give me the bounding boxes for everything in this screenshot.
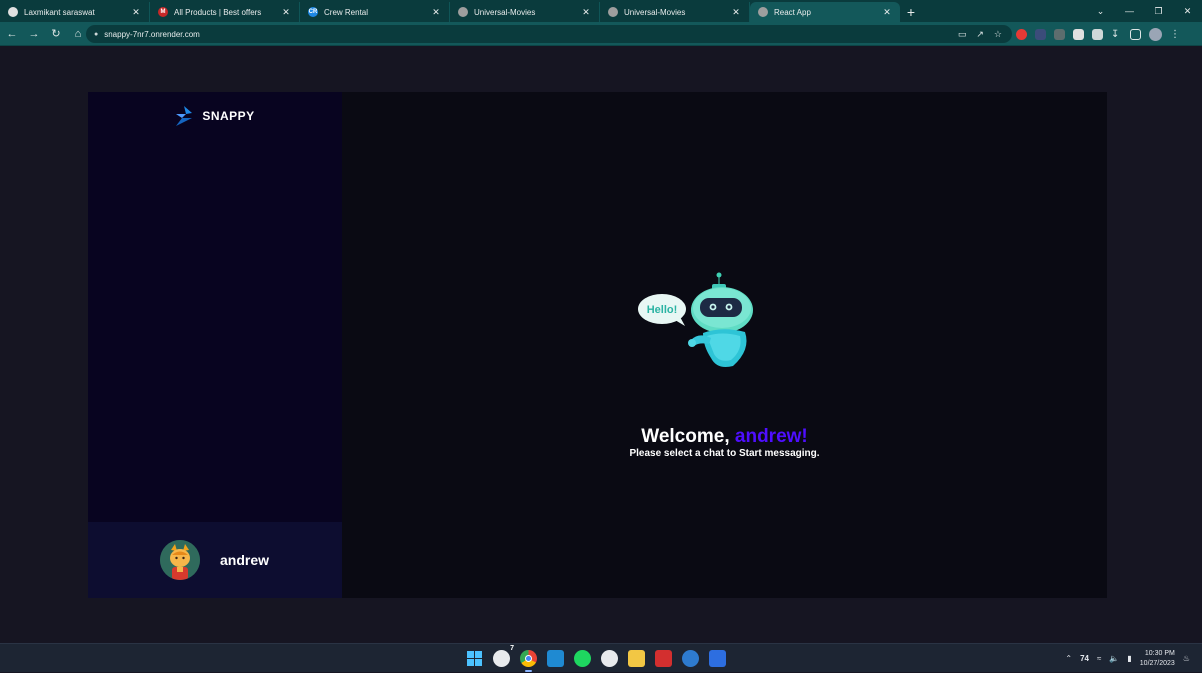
download-icon[interactable]: ↧ xyxy=(1111,29,1122,40)
reload-icon[interactable]: ↻ xyxy=(46,27,66,40)
tab-title: Universal-Movies xyxy=(624,7,686,17)
tab-favicon-icon xyxy=(608,7,618,17)
back-icon[interactable]: ← xyxy=(2,28,22,40)
tab-close-icon[interactable]: ✕ xyxy=(882,7,892,18)
globe-icon[interactable] xyxy=(682,650,699,667)
tray-chevron-icon[interactable]: ⌃ xyxy=(1065,654,1072,663)
page-viewport: SNAPPY andrew Hello! Welcome, andrew! Pl… xyxy=(0,47,1202,643)
tab-close-icon[interactable]: ✕ xyxy=(581,7,591,18)
tab-close-icon[interactable]: ✕ xyxy=(281,7,291,18)
user-avatar[interactable] xyxy=(160,540,200,580)
avatar-illustration-icon xyxy=(160,540,200,580)
vscode-icon[interactable] xyxy=(547,650,564,667)
current-user-panel: andrew xyxy=(88,522,342,598)
app-store-icon[interactable] xyxy=(601,650,618,667)
clock-time: 10:30 PM xyxy=(1144,649,1175,657)
bookmark-star-icon[interactable]: ☆ xyxy=(994,29,1002,40)
browser-toolbar: ← → ↻ ⌂ ● snappy-7nr7.onrender.com ▭ ↗ ☆… xyxy=(0,22,1202,46)
browser-tab[interactable]: Universal-Movies ✕ xyxy=(600,2,750,22)
clock[interactable]: 10:30 PM 10/27/2023 xyxy=(1140,649,1175,669)
tab-title: All Products | Best offers xyxy=(174,7,262,17)
minimize-button[interactable]: — xyxy=(1115,6,1144,16)
wifi-icon[interactable]: ≈ xyxy=(1097,654,1101,663)
tab-favicon-icon: CR xyxy=(308,7,318,17)
current-username: andrew xyxy=(220,552,270,568)
browser-tab[interactable]: M All Products | Best offers ✕ xyxy=(150,2,300,22)
tab-favicon-icon xyxy=(8,7,18,17)
extensions-area: ↧ ⋮ xyxy=(1016,26,1180,42)
acrobat-icon[interactable] xyxy=(655,650,672,667)
browser-tab[interactable]: React App ✕ xyxy=(750,2,900,22)
tab-favicon-icon xyxy=(758,7,768,17)
profile-avatar-icon[interactable] xyxy=(1149,27,1162,41)
address-bar[interactable]: ● snappy-7nr7.onrender.com ▭ ↗ ☆ xyxy=(86,25,1012,43)
home-icon[interactable]: ⌂ xyxy=(68,28,88,40)
forward-icon[interactable]: → xyxy=(24,28,44,40)
taskbar-apps: 7 xyxy=(466,645,726,672)
volume-muted-icon[interactable]: 🔈 xyxy=(1109,654,1119,663)
browser-tab[interactable]: CR Crew Rental ✕ xyxy=(300,2,450,22)
robot-mascot-icon: Hello! xyxy=(638,272,753,367)
welcome-heading: Welcome, andrew! xyxy=(342,426,1107,448)
whatsapp-icon[interactable]: 7 xyxy=(493,645,514,667)
new-tab-button[interactable]: + xyxy=(900,2,922,22)
clock-date: 10/27/2023 xyxy=(1139,659,1175,667)
browser-tab[interactable]: Laxmikant saraswat ✕ xyxy=(0,2,150,22)
window-controls: ⌄ — ❐ ✕ xyxy=(1086,0,1202,22)
battery-icon[interactable]: ▮ xyxy=(1127,654,1131,663)
tab-title: Universal-Movies xyxy=(474,7,536,17)
chat-app-container: SNAPPY andrew Hello! Welcome, andrew! Pl… xyxy=(88,92,1107,598)
tab-favicon-icon xyxy=(458,7,468,17)
hello-bubble-text: Hello! xyxy=(647,304,678,316)
extension-red-icon[interactable] xyxy=(1016,28,1027,40)
notification-bell-icon[interactable]: ♨ xyxy=(1183,654,1190,663)
tab-favicon-icon: M xyxy=(158,7,168,17)
extension-dropper-icon[interactable] xyxy=(1054,28,1065,40)
chrome-badge-count: 7 xyxy=(510,645,514,652)
tab-close-icon[interactable]: ✕ xyxy=(131,7,141,18)
tab-close-icon[interactable]: ✕ xyxy=(431,7,441,18)
browser-tab-strip: Laxmikant saraswat ✕ M All Products | Best … xyxy=(0,0,1202,22)
file-explorer-icon[interactable] xyxy=(628,650,645,667)
system-tray: ⌃ 74 ≈ 🔈 ▮ 10:30 PM 10/27/2023 ♨ xyxy=(1065,644,1190,673)
site-info-icon[interactable]: ● xyxy=(94,31,98,38)
weather-temperature[interactable]: 74 xyxy=(1080,654,1089,663)
brand-name: SNAPPY xyxy=(202,109,255,123)
share-icon[interactable]: ↗ xyxy=(976,29,984,40)
tab-title: Crew Rental xyxy=(324,7,369,17)
welcome-username: andrew! xyxy=(734,426,808,447)
tab-search-icon[interactable]: ⌄ xyxy=(1086,6,1115,17)
tab-title: Laxmikant saraswat xyxy=(24,7,95,17)
side-panel-icon[interactable] xyxy=(1130,28,1141,40)
extension-square-icon[interactable] xyxy=(1073,28,1084,40)
brand-header: SNAPPY xyxy=(88,106,342,126)
browser-tab[interactable]: Universal-Movies ✕ xyxy=(450,2,600,22)
spotify-icon[interactable] xyxy=(574,650,591,667)
tab-close-icon[interactable]: ✕ xyxy=(731,7,741,18)
menu-kebab-icon[interactable]: ⋮ xyxy=(1170,29,1180,40)
extension-react-icon[interactable] xyxy=(1035,28,1046,40)
os-taskbar: 7 ⌃ 74 ≈ 🔈 ▮ 10:30 PM 10/27/2023 ♨ xyxy=(0,643,1202,672)
start-windows-icon[interactable] xyxy=(466,650,483,667)
welcome-panel: Hello! Welcome, andrew! Please select a … xyxy=(342,92,1107,598)
close-window-button[interactable]: ✕ xyxy=(1173,6,1202,17)
install-app-icon[interactable]: ▭ xyxy=(958,29,967,40)
tab-title: React App xyxy=(774,7,811,17)
url-text: snappy-7nr7.onrender.com xyxy=(104,29,200,39)
photos-icon[interactable] xyxy=(709,650,726,667)
chrome-icon[interactable] xyxy=(520,650,537,672)
contacts-sidebar: SNAPPY andrew xyxy=(88,92,342,598)
extensions-puzzle-icon[interactable] xyxy=(1092,28,1103,40)
snappy-logo-icon xyxy=(176,106,193,126)
restore-button[interactable]: ❐ xyxy=(1144,6,1173,17)
welcome-subtitle: Please select a chat to Start messaging. xyxy=(629,448,820,459)
welcome-prefix: Welcome, xyxy=(641,426,735,447)
